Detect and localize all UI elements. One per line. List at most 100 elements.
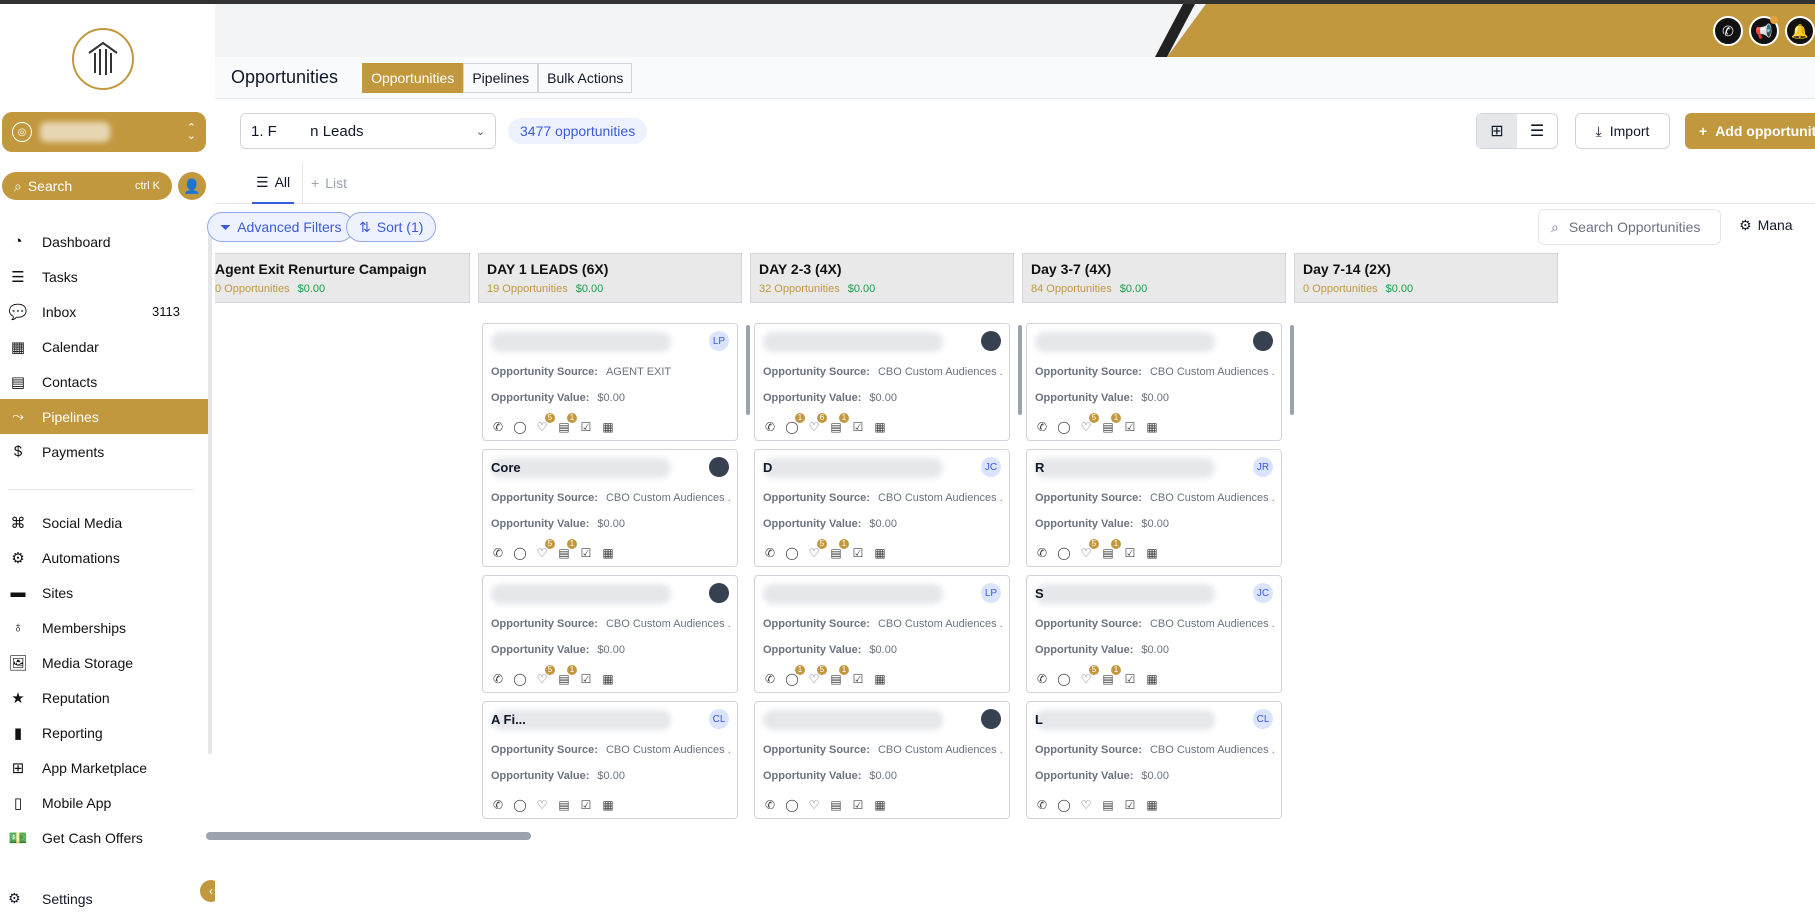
tag-icon[interactable]: ♡ 5	[1079, 665, 1099, 686]
tag-icon[interactable]: ♡	[535, 798, 549, 812]
opportunity-card[interactable]: LP Opportunity Source: AGENT EXIT Opportuni…	[482, 323, 738, 441]
tag-icon[interactable]: ♡	[807, 798, 821, 812]
sidebar-item-mobile-app[interactable]: ▯ Mobile App	[0, 785, 210, 820]
note-icon[interactable]: ▤	[1101, 798, 1115, 812]
view-tab-all[interactable]: ☰ All	[252, 162, 295, 204]
opportunity-card[interactable]: LP Opportunity Source: CBO Custom Audience…	[754, 575, 1010, 693]
megaphone-icon[interactable]: 📢	[1749, 16, 1779, 46]
tag-icon[interactable]: ♡ 5	[807, 539, 827, 560]
tag-icon[interactable]: ♡	[1079, 798, 1093, 812]
pipeline-select[interactable]: 1. F n Leads ⌄	[240, 113, 496, 149]
sidebar-item-inbox[interactable]: 💬 Inbox 3113	[0, 294, 210, 329]
appointment-icon[interactable]: ▦	[873, 420, 887, 434]
task-icon[interactable]: ☑	[1123, 798, 1137, 812]
assignee-avatar[interactable]: LP	[709, 331, 729, 351]
phone-icon[interactable]: ✆	[1035, 672, 1049, 686]
assignee-avatar[interactable]	[981, 331, 1001, 351]
opportunity-card[interactable]: Core Opportunity Source: CBO Custom Audien…	[482, 449, 738, 567]
task-icon[interactable]: ☑	[851, 546, 865, 560]
assignee-avatar[interactable]: LP	[981, 583, 1001, 603]
tag-icon[interactable]: ♡ 5	[535, 665, 555, 686]
user-avatar-icon[interactable]: 👤	[178, 172, 206, 200]
note-icon[interactable]: ▤ 1	[829, 539, 849, 560]
task-icon[interactable]: ☑	[579, 546, 593, 560]
phone-icon[interactable]: ✆	[491, 546, 505, 560]
sidebar-item-contacts[interactable]: ▤ Contacts	[0, 364, 210, 399]
note-icon[interactable]: ▤	[829, 798, 843, 812]
sidebar-item-reporting[interactable]: ▮ Reporting	[0, 715, 210, 750]
chat-icon[interactable]: ◯	[1057, 798, 1071, 812]
assignee-avatar[interactable]	[709, 457, 729, 477]
assignee-avatar[interactable]: CL	[1253, 709, 1273, 729]
opportunity-card[interactable]: R JR Opportunity Source: CBO Custom Audienc…	[1026, 449, 1282, 567]
sidebar-item-calendar[interactable]: ▦ Calendar	[0, 329, 210, 364]
stage-column-header[interactable]: Day 7-14 (2X) 0 Opportunities $0.00	[1294, 253, 1558, 303]
column-scrollbar[interactable]	[1018, 325, 1022, 415]
sidebar-item-pipelines[interactable]: ⤳ Pipelines	[0, 399, 210, 434]
tab-opportunities[interactable]: Opportunities	[362, 62, 464, 93]
add-opportunity-button[interactable]: + Add opportunity	[1685, 113, 1815, 149]
appointment-icon[interactable]: ▦	[601, 420, 615, 434]
sidebar-item-automations[interactable]: ⚙ Automations	[0, 540, 210, 575]
opportunity-card[interactable]: A Fi... CL Opportunity Source: CBO Custom A…	[482, 701, 738, 819]
chat-icon[interactable]: ◯	[513, 672, 527, 686]
phone-icon[interactable]: ✆	[491, 798, 505, 812]
assignee-avatar[interactable]	[981, 709, 1001, 729]
phone-icon[interactable]: ✆	[491, 672, 505, 686]
appointment-icon[interactable]: ▦	[873, 546, 887, 560]
task-icon[interactable]: ☑	[579, 672, 593, 686]
assignee-avatar[interactable]: JC	[981, 457, 1001, 477]
phone-icon[interactable]: ✆	[763, 546, 777, 560]
grid-view-icon[interactable]: ⊞	[1477, 114, 1517, 148]
sidebar-item-dashboard[interactable]: ◔ Dashboard	[0, 224, 210, 259]
appointment-icon[interactable]: ▦	[601, 672, 615, 686]
chat-icon[interactable]: ◯	[785, 798, 799, 812]
stage-column-header[interactable]: DAY 2-3 (4X) 32 Opportunities $0.00	[750, 253, 1014, 303]
stage-column-header[interactable]: Agent Exit Renurture Campaign 0 Opportuni…	[215, 253, 470, 303]
appointment-icon[interactable]: ▦	[601, 798, 615, 812]
opportunity-card[interactable]: L CL Opportunity Source: CBO Custom Audienc…	[1026, 701, 1282, 819]
advanced-filters-button[interactable]: ⏷ Advanced Filters	[207, 212, 355, 242]
account-switcher[interactable]: ◎ ⌃ ⌄	[2, 112, 206, 152]
appointment-icon[interactable]: ▦	[1145, 672, 1159, 686]
assignee-avatar[interactable]: JC	[1253, 583, 1273, 603]
sidebar-item-memberships[interactable]: ♁ Memberships	[0, 610, 210, 645]
note-icon[interactable]: ▤ 1	[557, 413, 577, 434]
sidebar-item-settings[interactable]: ⚙ Settings	[8, 890, 93, 907]
task-icon[interactable]: ☑	[1123, 672, 1137, 686]
board-horizontal-scrollbar[interactable]	[206, 832, 531, 840]
sidebar-item-app-marketplace[interactable]: ⊞ App Marketplace	[0, 750, 210, 785]
task-icon[interactable]: ☑	[1123, 546, 1137, 560]
task-icon[interactable]: ☑	[851, 420, 865, 434]
company-logo[interactable]	[72, 28, 134, 90]
import-button[interactable]: ⤓ Import	[1575, 113, 1670, 149]
phone-icon[interactable]: ✆	[1713, 16, 1743, 46]
sidebar-item-sites[interactable]: ▬ Sites	[0, 575, 210, 610]
tag-icon[interactable]: ♡ 6	[807, 413, 827, 434]
sidebar-item-media-storage[interactable]: 🖼 Media Storage	[0, 645, 210, 680]
tab-pipelines[interactable]: Pipelines	[463, 62, 539, 93]
tag-icon[interactable]: ♡ 5	[535, 413, 555, 434]
phone-icon[interactable]: ✆	[763, 672, 777, 686]
note-icon[interactable]: ▤ 1	[1101, 539, 1121, 560]
phone-icon[interactable]: ✆	[491, 420, 505, 434]
tab-bulk-actions[interactable]: Bulk Actions	[538, 62, 633, 93]
opportunity-card[interactable]: Opportunity Source: CBO Custom Audiences …	[482, 575, 738, 693]
stage-column-header[interactable]: DAY 1 LEADS (6X) 19 Opportunities $0.00	[478, 253, 742, 303]
stage-column-header[interactable]: Day 3-7 (4X) 84 Opportunities $0.00	[1022, 253, 1286, 303]
note-icon[interactable]: ▤	[557, 798, 571, 812]
task-icon[interactable]: ☑	[851, 672, 865, 686]
note-icon[interactable]: ▤ 1	[1101, 665, 1121, 686]
appointment-icon[interactable]: ▦	[873, 798, 887, 812]
opportunity-card[interactable]: Opportunity Source: CBO Custom Audiences …	[754, 323, 1010, 441]
column-scrollbar[interactable]	[1290, 325, 1294, 415]
phone-icon[interactable]: ✆	[763, 798, 777, 812]
add-list-view-button[interactable]: + List	[302, 162, 347, 204]
bell-icon[interactable]: 🔔	[1785, 16, 1815, 46]
appointment-icon[interactable]: ▦	[1145, 546, 1159, 560]
opportunity-card[interactable]: Opportunity Source: CBO Custom Audiences …	[754, 701, 1010, 819]
sidebar-item-social-media[interactable]: ⌘ Social Media	[0, 505, 210, 540]
task-icon[interactable]: ☑	[579, 420, 593, 434]
appointment-icon[interactable]: ▦	[601, 546, 615, 560]
assignee-avatar[interactable]: JR	[1253, 457, 1273, 477]
